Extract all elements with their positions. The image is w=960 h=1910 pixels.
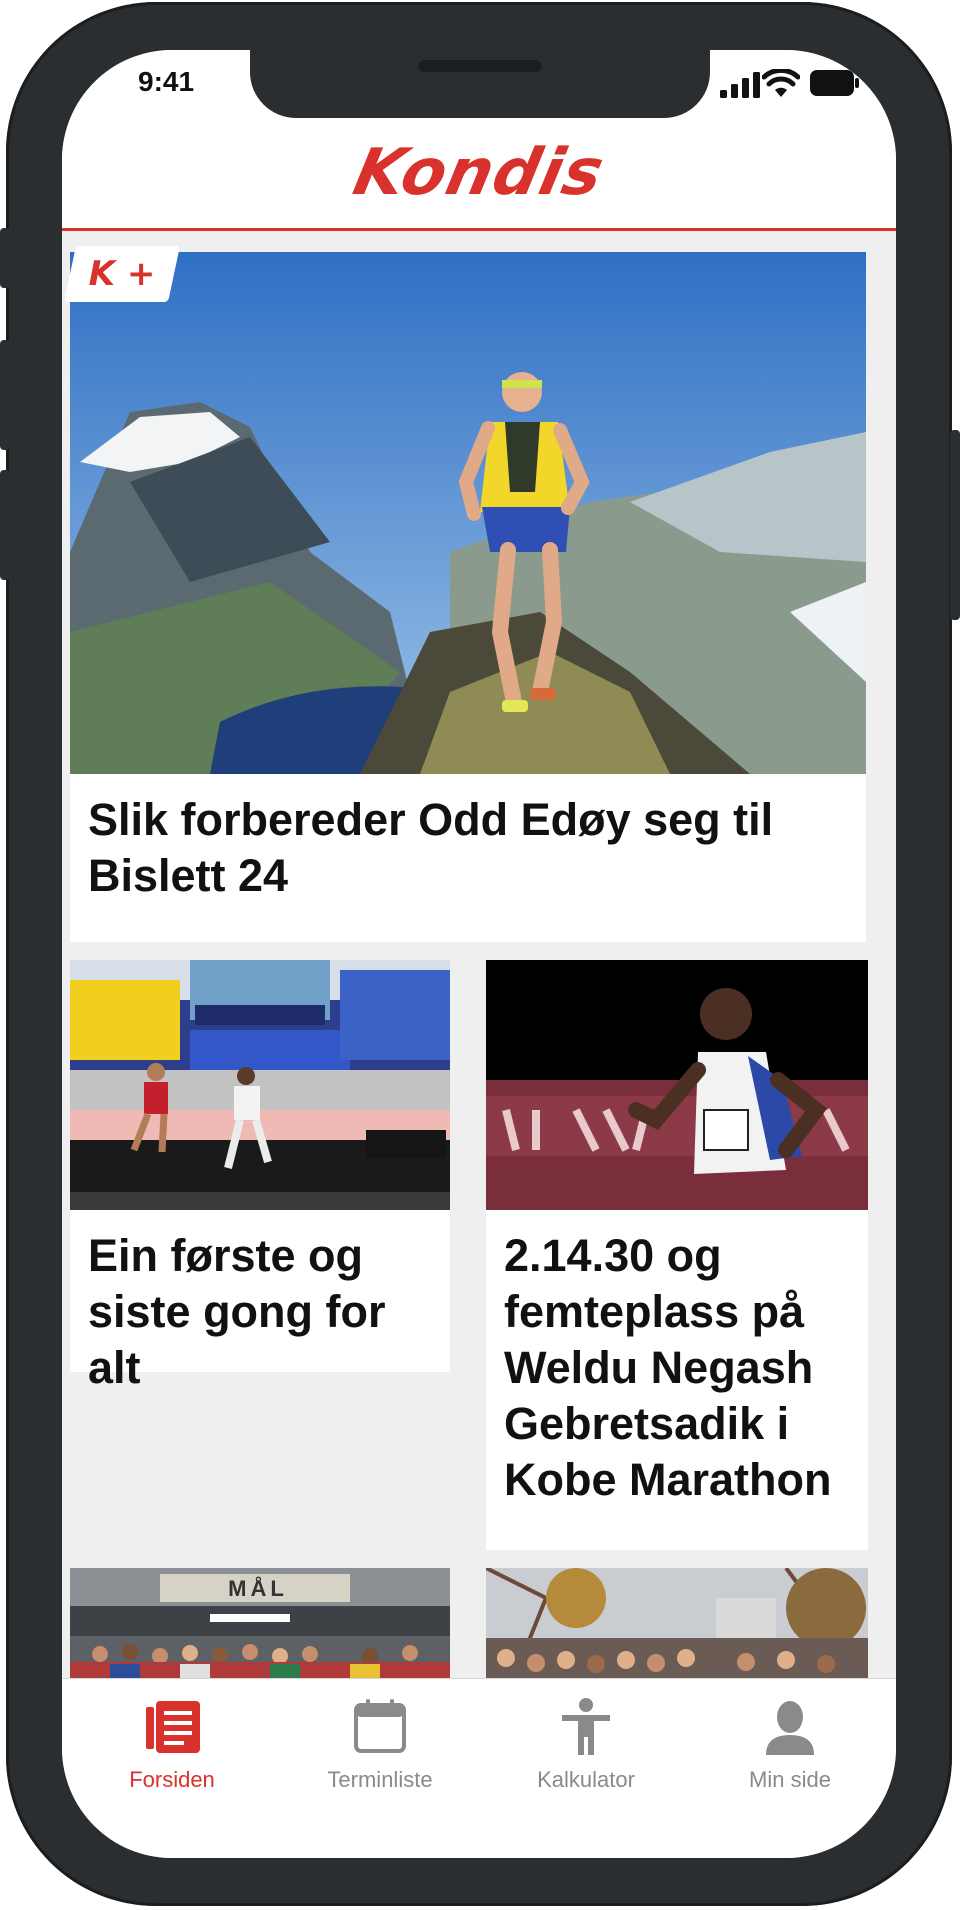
volume-up-button bbox=[0, 340, 10, 450]
volume-down-button bbox=[0, 470, 10, 580]
featured-article-card[interactable]: Slik forbereder Odd Edøy seg til Bislett… bbox=[70, 252, 866, 942]
kondis-plus-badge-label: K + bbox=[88, 254, 156, 294]
battery-icon bbox=[810, 70, 859, 96]
featured-article-title[interactable]: Slik forbereder Odd Edøy seg til Bislett… bbox=[88, 792, 828, 904]
person-icon bbox=[562, 1698, 610, 1755]
finish-sign-text: MÅL bbox=[228, 1576, 288, 1601]
tab-min-side[interactable]: Min side bbox=[690, 1697, 890, 1793]
article-icon bbox=[146, 1701, 200, 1753]
featured-article-image bbox=[70, 252, 866, 774]
app-screen: 9:41 Kondis Slik forbereder Odd Edøy seg… bbox=[62, 50, 896, 1858]
article-card[interactable]: 2.14.30 og femteplass på Weldu Negash Ge… bbox=[486, 960, 868, 1550]
article-image bbox=[70, 960, 450, 1210]
calendar-icon bbox=[354, 1699, 406, 1753]
kondis-logo[interactable]: Kondis bbox=[62, 136, 896, 210]
tab-label: Min side bbox=[749, 1767, 831, 1792]
tab-forsiden[interactable]: Forsiden bbox=[72, 1697, 272, 1793]
speaker-grille bbox=[418, 60, 542, 72]
tab-terminliste[interactable]: Terminliste bbox=[280, 1697, 480, 1793]
tab-bar: Forsiden Terminliste Kalkulator Min side bbox=[62, 1678, 896, 1858]
article-title[interactable]: Ein første og siste gong for alt bbox=[88, 1228, 438, 1396]
tab-label: Kalkulator bbox=[537, 1767, 635, 1792]
tab-kalkulator[interactable]: Kalkulator bbox=[486, 1697, 686, 1793]
wifi-icon bbox=[762, 69, 800, 97]
article-title[interactable]: 2.14.30 og femteplass på Weldu Negash Ge… bbox=[504, 1228, 854, 1508]
status-bar: 9:41 bbox=[62, 50, 896, 118]
article-image bbox=[486, 960, 868, 1210]
tab-label: Terminliste bbox=[327, 1767, 433, 1792]
profile-icon bbox=[766, 1701, 814, 1755]
notch bbox=[250, 50, 710, 118]
power-button bbox=[950, 430, 960, 620]
article-card[interactable]: Ein første og siste gong for alt bbox=[70, 960, 450, 1393]
kondis-plus-badge: K + bbox=[64, 246, 180, 302]
app-header: Kondis bbox=[62, 118, 896, 231]
tab-label: Forsiden bbox=[129, 1767, 215, 1792]
status-time: 9:41 bbox=[138, 66, 195, 97]
silent-switch bbox=[0, 228, 10, 288]
cellular-signal-icon bbox=[720, 72, 760, 98]
